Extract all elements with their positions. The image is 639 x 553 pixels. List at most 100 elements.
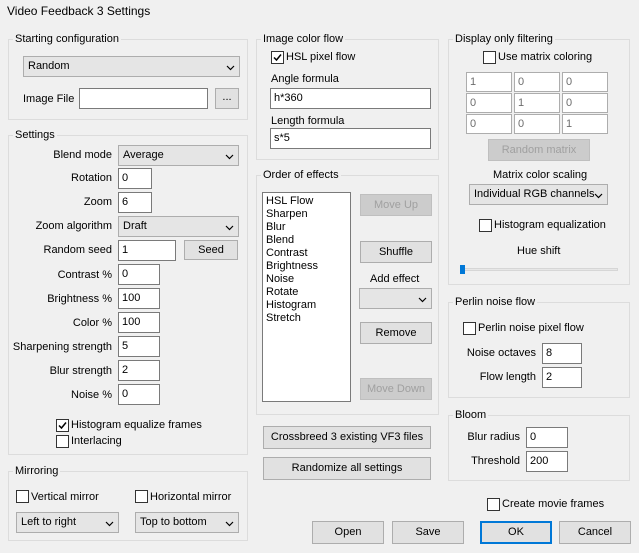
use-matrix-checkbox[interactable] <box>483 51 496 64</box>
contrast-field[interactable]: 0 <box>118 264 160 285</box>
image-file-field[interactable] <box>79 88 208 109</box>
vertical-mirror-label: Vertical mirror <box>31 491 99 503</box>
list-item[interactable]: Contrast <box>266 247 347 260</box>
length-formula-field[interactable]: s*5 <box>270 128 431 149</box>
histogram-equalization-checkbox[interactable] <box>479 219 492 232</box>
blur-radius-field[interactable]: 0 <box>526 427 568 448</box>
random-seed-field[interactable]: 1 <box>118 240 176 261</box>
check-icon <box>273 54 282 62</box>
settings-legend: Settings <box>13 128 57 142</box>
open-button[interactable]: Open <box>312 521 384 544</box>
vertical-mirror-checkbox[interactable] <box>16 490 29 503</box>
blend-mode-label: Blend mode <box>53 149 112 161</box>
noise-octaves-field[interactable]: 8 <box>542 343 582 364</box>
list-item[interactable]: Stretch <box>266 312 347 325</box>
save-button[interactable]: Save <box>392 521 464 544</box>
chevron-down-icon <box>105 521 114 527</box>
display-filtering-legend: Display only filtering <box>453 32 555 46</box>
angle-formula-field[interactable]: h*360 <box>270 88 431 109</box>
use-matrix-label: Use matrix coloring <box>498 51 593 63</box>
perlin-legend: Perlin noise flow <box>453 295 538 309</box>
list-item[interactable]: Rotate <box>266 286 347 299</box>
list-item[interactable]: Histogram <box>266 299 347 312</box>
list-item[interactable]: HSL Flow <box>266 195 347 208</box>
histogram-equalize-label: Histogram equalize frames <box>71 419 202 431</box>
bloom-legend: Bloom <box>453 408 489 422</box>
blend-mode-value: Average <box>123 149 164 161</box>
chevron-down-icon <box>225 521 234 527</box>
chevron-down-icon <box>225 225 234 231</box>
cancel-button[interactable]: Cancel <box>559 521 631 544</box>
preset-select[interactable]: Random <box>23 56 240 77</box>
chevron-down-icon <box>594 193 603 199</box>
remove-button[interactable]: Remove <box>360 322 432 344</box>
list-item[interactable]: Blur <box>266 221 347 234</box>
image-color-flow-legend: Image color flow <box>261 32 346 46</box>
color-scaling-label: Matrix color scaling <box>493 169 588 181</box>
random-seed-label: Random seed <box>43 244 113 256</box>
chevron-down-icon <box>418 297 427 303</box>
crossbreed-button[interactable]: Crossbreed 3 existing VF3 files <box>263 426 431 449</box>
chevron-down-icon <box>225 154 234 160</box>
zoom-field[interactable]: 6 <box>118 192 152 213</box>
zoom-algorithm-value: Draft <box>123 220 147 232</box>
color-scaling-value: Individual RGB channels <box>474 188 595 200</box>
matrix-cell[interactable]: 1 <box>514 93 560 113</box>
flow-length-field[interactable]: 2 <box>542 367 582 388</box>
length-formula-label: Length formula <box>271 115 345 127</box>
list-item[interactable]: Sharpen <box>266 208 347 221</box>
matrix-cell[interactable]: 1 <box>466 72 512 92</box>
histogram-equalize-checkbox[interactable] <box>56 419 69 432</box>
ok-button[interactable]: OK <box>480 521 552 544</box>
hsl-pixel-flow-checkbox[interactable] <box>271 51 284 64</box>
hue-shift-thumb[interactable] <box>460 265 465 274</box>
zoom-label: Zoom <box>83 196 112 208</box>
image-file-label: Image File <box>23 93 75 105</box>
list-item[interactable]: Brightness <box>266 260 347 273</box>
horizontal-mirror-checkbox[interactable] <box>135 490 148 503</box>
color-scaling-select[interactable]: Individual RGB channels <box>469 184 608 205</box>
matrix-cell[interactable]: 1 <box>562 114 608 134</box>
matrix-cell[interactable]: 0 <box>562 93 608 113</box>
create-movie-checkbox[interactable] <box>487 498 500 511</box>
chevron-down-icon <box>226 65 235 71</box>
interlacing-checkbox[interactable] <box>56 435 69 448</box>
blur-radius-label: Blur radius <box>467 431 520 443</box>
noise-field[interactable]: 0 <box>118 384 160 405</box>
effects-list[interactable]: HSL Flow Sharpen Blur Blend Contrast Bri… <box>262 192 351 402</box>
blend-mode-select[interactable]: Average <box>118 145 239 166</box>
rotation-field[interactable]: 0 <box>118 168 152 189</box>
random-matrix-button[interactable]: Random matrix <box>488 139 590 161</box>
color-field[interactable]: 100 <box>118 312 160 333</box>
list-item[interactable]: Noise <box>266 273 347 286</box>
move-up-button[interactable]: Move Up <box>360 194 432 216</box>
threshold-label: Threshold <box>471 455 520 467</box>
hue-shift-label: Hue shift <box>517 245 561 257</box>
list-item[interactable]: Blend <box>266 234 347 247</box>
blur-field[interactable]: 2 <box>118 360 160 381</box>
hue-shift-slider[interactable] <box>460 268 618 271</box>
matrix-cell[interactable]: 0 <box>466 93 512 113</box>
randomize-button[interactable]: Randomize all settings <box>263 457 431 480</box>
matrix-cell[interactable]: 0 <box>514 114 560 134</box>
add-effect-select[interactable] <box>359 288 432 309</box>
vertical-mode-select[interactable]: Left to right <box>16 512 119 533</box>
brightness-field[interactable]: 100 <box>118 288 160 309</box>
matrix-cell[interactable]: 0 <box>466 114 512 134</box>
matrix-cell[interactable]: 0 <box>562 72 608 92</box>
interlacing-label: Interlacing <box>71 435 122 447</box>
seed-button[interactable]: Seed <box>184 240 238 260</box>
horizontal-mode-select[interactable]: Top to bottom <box>135 512 239 533</box>
perlin-pixel-flow-checkbox[interactable] <box>463 322 476 335</box>
threshold-field[interactable]: 200 <box>526 451 568 472</box>
flow-length-label: Flow length <box>479 371 536 383</box>
matrix-cell[interactable]: 0 <box>514 72 560 92</box>
perlin-pixel-flow-label: Perlin noise pixel flow <box>478 322 584 334</box>
browse-button[interactable]: ... <box>215 88 239 109</box>
sharpening-field[interactable]: 5 <box>118 336 160 357</box>
move-down-button[interactable]: Move Down <box>360 378 432 400</box>
color-label: Color % <box>72 317 112 329</box>
shuffle-button[interactable]: Shuffle <box>360 241 432 263</box>
histogram-equalization-label: Histogram equalization <box>494 219 606 231</box>
zoom-algorithm-select[interactable]: Draft <box>118 216 239 237</box>
